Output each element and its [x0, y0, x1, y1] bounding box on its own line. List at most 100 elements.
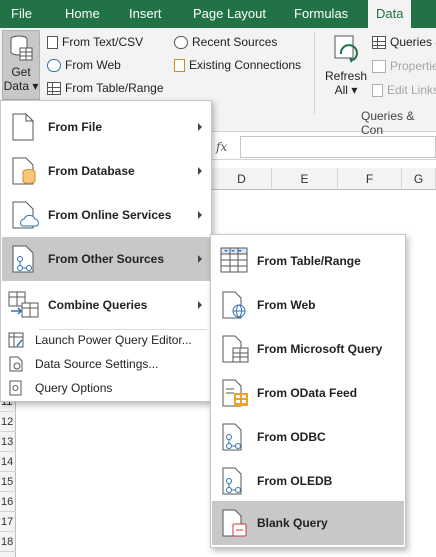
- connections-icon: [174, 58, 185, 72]
- chevron-right-icon: [198, 301, 202, 309]
- chevron-right-icon: [198, 211, 202, 219]
- tab-data[interactable]: Data: [368, 0, 412, 28]
- row-header[interactable]: 17: [0, 512, 16, 532]
- web-icon: [47, 58, 61, 72]
- row-header[interactable]: 13: [0, 432, 16, 452]
- menu-item-from-file[interactable]: From File: [2, 105, 210, 149]
- refresh-label-1: Refresh: [324, 69, 368, 83]
- submenu-item-label: From OLEDB: [257, 474, 333, 488]
- row-header[interactable]: 14: [0, 452, 16, 472]
- menu-item-label: From Other Sources: [48, 252, 165, 266]
- column-header-e[interactable]: E: [272, 168, 338, 190]
- microsoft-query-icon: [222, 335, 249, 363]
- existing-connections-button[interactable]: Existing Connections: [174, 58, 301, 72]
- properties-icon: [372, 59, 386, 73]
- web-icon: [222, 291, 246, 319]
- edit-links-button[interactable]: Edit Links: [372, 83, 436, 97]
- submenu-item-from-microsoft-query[interactable]: From Microsoft Query: [212, 327, 404, 371]
- other-sources-submenu: From Table/Range From Web From Microsoft…: [210, 234, 406, 548]
- chevron-right-icon: [198, 167, 202, 175]
- from-web-button[interactable]: From Web: [47, 58, 121, 72]
- submenu-item-from-oledb[interactable]: From OLEDB: [212, 459, 404, 503]
- insert-function-icon[interactable]: fx: [216, 140, 227, 154]
- submenu-item-label: From Web: [257, 298, 316, 312]
- submenu-item-from-odata-feed[interactable]: From OData Feed: [212, 371, 404, 415]
- menu-item-data-source-settings[interactable]: Data Source Settings...: [2, 353, 210, 375]
- tab-insert[interactable]: Insert: [129, 6, 162, 21]
- menu-item-from-online-services[interactable]: From Online Services: [2, 193, 210, 237]
- row-header[interactable]: 18: [0, 532, 16, 552]
- file-icon: [12, 113, 34, 141]
- database-table-icon: [10, 35, 33, 61]
- menu-item-label: From Online Services: [48, 208, 172, 222]
- queries-icon: [372, 35, 386, 49]
- menu-item-query-options[interactable]: Query Options: [2, 377, 210, 399]
- from-web-label: From Web: [65, 58, 121, 72]
- submenu-item-from-table-range[interactable]: From Table/Range: [212, 239, 404, 283]
- cloud-icon: [12, 201, 39, 229]
- submenu-item-from-web[interactable]: From Web: [212, 283, 404, 327]
- table-icon: [220, 247, 248, 273]
- menu-item-launch-power-query-editor[interactable]: Launch Power Query Editor...: [2, 329, 210, 351]
- get-data-menu: From File From Database From Online Serv…: [0, 100, 212, 402]
- combine-icon: [8, 291, 39, 318]
- column-header-d[interactable]: D: [212, 168, 272, 190]
- column-header-f[interactable]: F: [338, 168, 402, 190]
- ribbon-separator: [314, 32, 315, 114]
- recent-sources-label: Recent Sources: [192, 35, 278, 49]
- get-data-button[interactable]: Get Data ▾: [2, 30, 40, 100]
- refresh-icon: [334, 35, 358, 63]
- tab-file[interactable]: File: [11, 6, 32, 21]
- menu-item-from-database[interactable]: From Database: [2, 149, 210, 193]
- properties-label: Properties: [390, 59, 436, 73]
- submenu-item-from-odbc[interactable]: From ODBC: [212, 415, 404, 459]
- from-text-csv-button[interactable]: From Text/CSV: [47, 35, 143, 49]
- get-data-label-2: Data: [3, 79, 29, 93]
- submenu-item-label: From Microsoft Query: [257, 342, 383, 356]
- edit-links-label: Edit Links: [387, 83, 436, 97]
- formula-input[interactable]: [240, 136, 436, 158]
- tab-page-layout[interactable]: Page Layout: [193, 6, 266, 21]
- from-text-csv-label: From Text/CSV: [62, 35, 144, 49]
- text-file-icon: [47, 35, 58, 49]
- oledb-icon: [222, 467, 242, 495]
- menu-item-label: From File: [48, 120, 103, 134]
- recent-sources-button[interactable]: Recent Sources: [174, 35, 277, 49]
- menu-item-label: Combine Queries: [48, 298, 148, 312]
- menu-item-label: Query Options: [35, 381, 113, 395]
- column-header-g[interactable]: G: [402, 168, 436, 190]
- tab-formulas[interactable]: Formulas: [294, 6, 348, 21]
- menu-item-label: From Database: [48, 164, 135, 178]
- chevron-right-icon: [198, 123, 202, 131]
- database-icon: [12, 157, 36, 185]
- refresh-label-2: All: [334, 83, 348, 97]
- menu-item-from-other-sources[interactable]: From Other Sources: [2, 237, 210, 281]
- existing-connections-label: Existing Connections: [189, 58, 302, 72]
- menu-item-combine-queries[interactable]: Combine Queries: [2, 283, 210, 327]
- ribbon-tab-bar: File Home Insert Page Layout Formulas Da…: [0, 0, 436, 28]
- edit-links-icon: [372, 83, 383, 97]
- row-header[interactable]: 15: [0, 472, 16, 492]
- get-data-label-1: Get: [11, 65, 31, 79]
- submenu-item-label: From OData Feed: [257, 386, 358, 400]
- from-table-range-button[interactable]: From Table/Range: [47, 81, 164, 95]
- submenu-item-label: From Table/Range: [257, 254, 361, 268]
- odbc-icon: [222, 423, 242, 451]
- query-options-icon: [9, 380, 22, 396]
- queries-connections-button[interactable]: Queries &: [372, 35, 436, 49]
- chevron-right-icon: [198, 255, 202, 263]
- table-icon: [47, 81, 61, 95]
- properties-button[interactable]: Properties: [372, 59, 436, 73]
- from-table-range-label: From Table/Range: [65, 81, 164, 95]
- queries-connections-label: Queries &: [390, 35, 436, 49]
- menu-item-label: Launch Power Query Editor...: [35, 333, 192, 347]
- row-header[interactable]: 16: [0, 492, 16, 512]
- queries-group-label: Queries & Con: [361, 109, 415, 137]
- refresh-all-button[interactable]: Refresh All ▾: [323, 34, 369, 97]
- blank-query-icon: [222, 509, 247, 537]
- submenu-item-blank-query[interactable]: Blank Query: [212, 501, 404, 545]
- tab-home[interactable]: Home: [65, 6, 100, 21]
- data-source-settings-icon: [9, 356, 23, 372]
- other-sources-icon: [12, 245, 34, 273]
- row-header[interactable]: 12: [0, 412, 16, 432]
